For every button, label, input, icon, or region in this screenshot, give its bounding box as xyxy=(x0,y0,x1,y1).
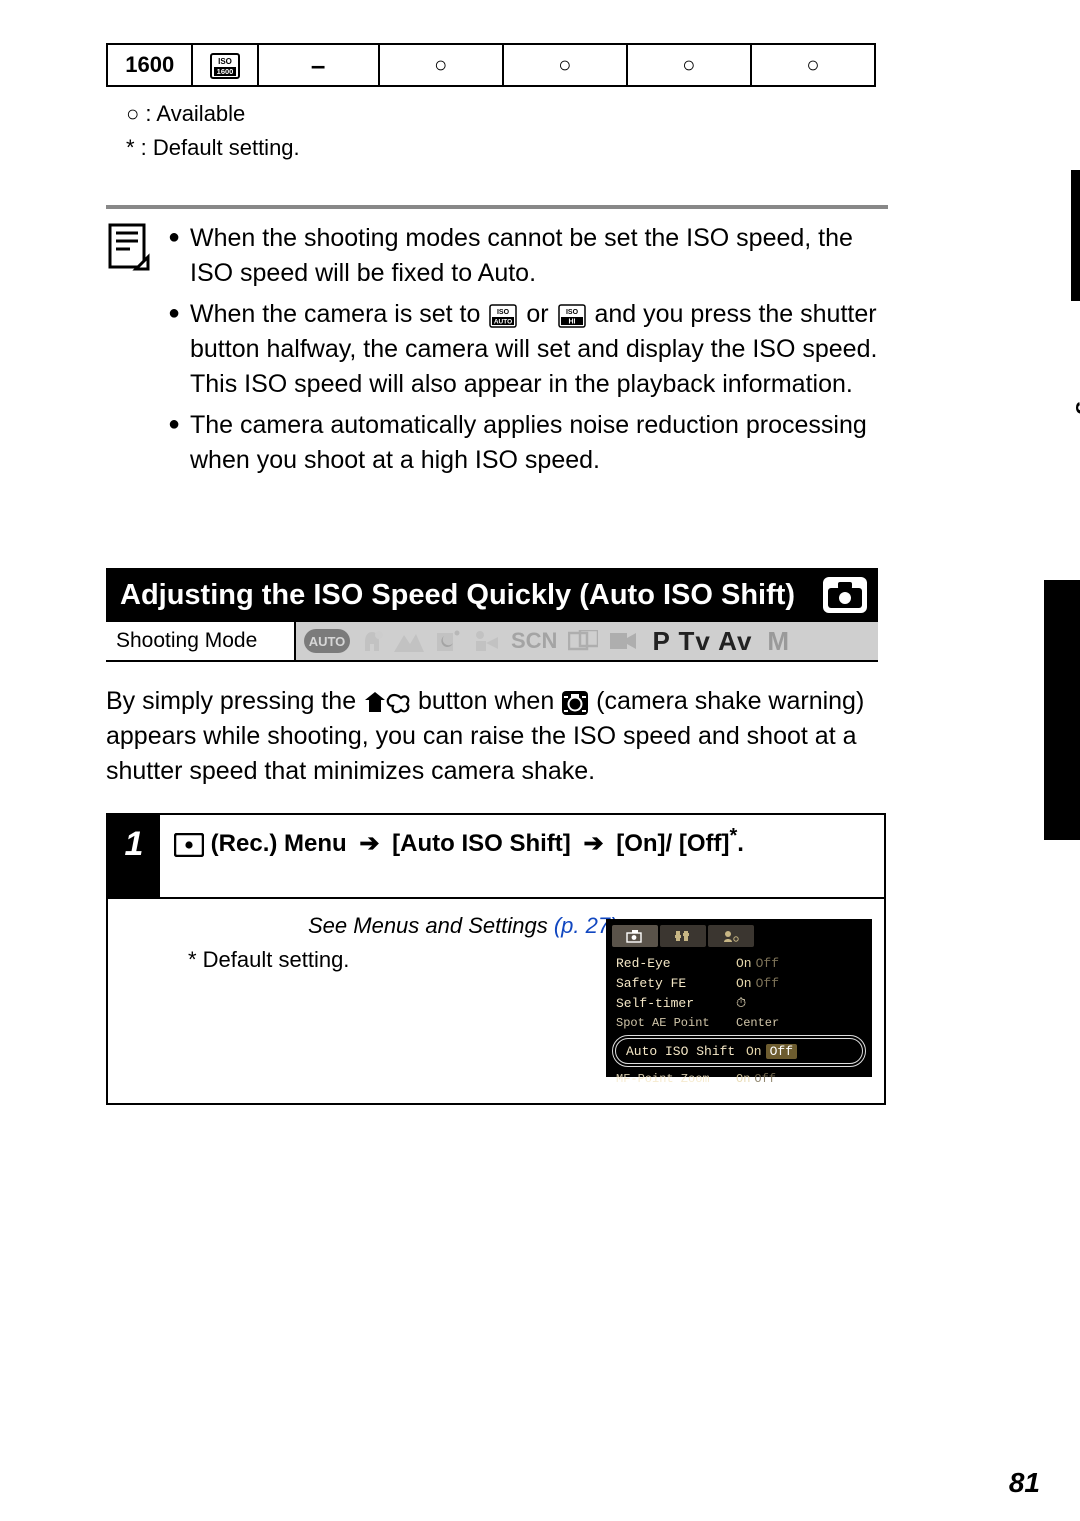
m-mode-text: M xyxy=(767,626,790,657)
iso-auto-icon: ISO AUTO xyxy=(489,304,517,328)
iso-1600-icon-cell: ISO1600 xyxy=(192,44,257,86)
iso-col-c1: ○ xyxy=(379,44,503,86)
menu-highlight: Auto ISO ShiftOnOff xyxy=(612,1035,866,1067)
svg-text:HI: HI xyxy=(568,318,575,325)
section-title: Adjusting the ISO Speed Quickly (Auto IS… xyxy=(120,578,864,612)
note-item-1: When the shooting modes cannot be set th… xyxy=(168,221,888,291)
camera-icon xyxy=(822,576,868,614)
shooting-mode-label: Shooting Mode xyxy=(106,622,296,660)
svg-text:1600: 1600 xyxy=(217,67,234,76)
note-callout: When the shooting modes cannot be set th… xyxy=(106,205,888,484)
iso-col-c2: ○ xyxy=(503,44,627,86)
menu-tab-rec xyxy=(612,925,658,947)
iso-1600-icon: ISO1600 xyxy=(210,53,240,79)
iso-col-c3: ○ xyxy=(627,44,751,86)
thumb-index-tab xyxy=(1044,580,1080,840)
svg-text:ISO: ISO xyxy=(497,309,510,316)
iso-col-c4: ○ xyxy=(751,44,875,86)
page-number: 81 xyxy=(1009,1467,1040,1499)
movie-mode-icon xyxy=(609,630,637,652)
landscape-mode-icon xyxy=(394,630,424,652)
camera-shake-icon xyxy=(561,690,589,716)
step-number: 1 xyxy=(108,815,160,897)
svg-text:ISO: ISO xyxy=(218,57,232,66)
iso-col-dash: – xyxy=(258,44,379,86)
ptv-av-mode-text: P Tv Av xyxy=(652,626,752,657)
shooting-mode-row: Shooting Mode AUTO SCN P Tv Av M xyxy=(106,622,878,662)
kids-pets-icon xyxy=(472,629,500,653)
svg-text:ISO: ISO xyxy=(565,309,578,316)
print-share-button-icon xyxy=(363,690,411,716)
auto-mode-icon: AUTO xyxy=(304,629,350,653)
note-icon xyxy=(106,221,150,484)
menu-screenshot: Red-EyeOnOff Safety FEOnOff Self-timer⏱ … xyxy=(606,919,872,1077)
scn-mode-text: SCN xyxy=(511,628,557,654)
note-item-2: When the camera is set to ISOAUTO or ISO… xyxy=(168,297,888,402)
step-1-box: 1 (Rec.) Menu ➔ [Auto ISO Shift] ➔ [On]/… xyxy=(106,813,886,1105)
page-content: 1600 ISO1600 – ○ ○ ○ ○ ○ : Available * :… xyxy=(106,43,960,1105)
easy-mode-icon xyxy=(361,629,383,653)
menu-tab-setup xyxy=(660,925,706,947)
legend-default: * : Default setting. xyxy=(126,131,960,165)
legend-block: ○ : Available * : Default setting. xyxy=(126,97,960,165)
svg-text:AUTO: AUTO xyxy=(494,318,512,325)
step-title: (Rec.) Menu ➔ [Auto ISO Shift] ➔ [On]/ [… xyxy=(160,815,758,868)
step-body: See Menus and Settings (p. 27). * Defaul… xyxy=(108,913,884,1103)
iso-1600-cell: 1600 xyxy=(107,44,192,86)
note-text: When the shooting modes cannot be set th… xyxy=(168,221,888,484)
shooting-mode-icons: AUTO SCN P Tv Av M xyxy=(296,622,878,660)
section-heading: Adjusting the ISO Speed Quickly (Auto IS… xyxy=(106,568,878,622)
svg-text:AUTO: AUTO xyxy=(309,634,346,649)
step-1-head: 1 (Rec.) Menu ➔ [Auto ISO Shift] ➔ [On]/… xyxy=(108,815,884,899)
iso-hi-icon: ISO HI xyxy=(558,304,586,328)
iso-table-row: 1600 ISO1600 – ○ ○ ○ ○ xyxy=(106,43,876,87)
night-snapshot-icon xyxy=(435,629,461,653)
section-paragraph: By simply pressing the button when (came… xyxy=(106,684,888,789)
legend-available: ○ : Available xyxy=(126,97,960,131)
side-section-label: Advanced Shooting Functions xyxy=(1074,170,1080,590)
menu-tab-mycamera xyxy=(708,925,754,947)
stitch-mode-icon xyxy=(568,630,598,652)
note-item-3: The camera automatically applies noise r… xyxy=(168,408,888,478)
rec-menu-icon xyxy=(174,833,204,857)
